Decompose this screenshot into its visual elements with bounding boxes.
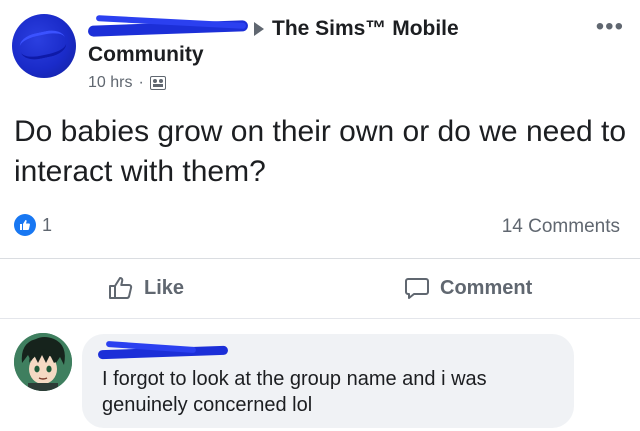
post-meta: 10 hrs · (88, 74, 166, 92)
poster-name-redacted[interactable] (88, 17, 248, 41)
post-timestamp[interactable]: 10 hrs (88, 74, 132, 92)
comment-bubble: I forgot to look at the group name and i… (82, 334, 574, 428)
poster-avatar-redacted[interactable] (12, 14, 76, 78)
thumbs-up-icon (109, 277, 133, 299)
divider (0, 258, 640, 259)
group-name-link[interactable]: The Sims™ Mobile (272, 17, 459, 41)
divider (0, 318, 640, 319)
arrow-right-icon (254, 22, 264, 36)
like-reaction-icon (14, 214, 36, 236)
like-label: Like (144, 276, 185, 299)
meta-separator: · (138, 74, 144, 91)
redaction-scribble (17, 27, 69, 63)
reactions-summary[interactable]: 1 (14, 214, 52, 236)
post-body-text: Do babies grow on their own or do we nee… (14, 115, 627, 188)
comments-count-link[interactable]: 14 Comments (502, 216, 620, 238)
comment-button[interactable]: Comment (404, 276, 532, 300)
like-button[interactable]: Like (108, 276, 184, 300)
comment-text: I forgot to look at the group name and i… (102, 368, 487, 416)
post-header: The Sims™ Mobile (88, 14, 459, 44)
more-options-icon[interactable]: ••• (596, 15, 624, 39)
comment-label: Comment (440, 276, 533, 299)
community-label[interactable]: Community (88, 43, 204, 67)
group-privacy-icon (149, 76, 166, 90)
speech-bubble-icon (405, 278, 429, 299)
reaction-count: 1 (42, 214, 53, 235)
commenter-avatar[interactable] (14, 333, 72, 391)
commenter-name-redacted[interactable] (98, 344, 228, 362)
facebook-post: The Sims™ Mobile Community 10 hrs · ••• … (0, 0, 640, 431)
